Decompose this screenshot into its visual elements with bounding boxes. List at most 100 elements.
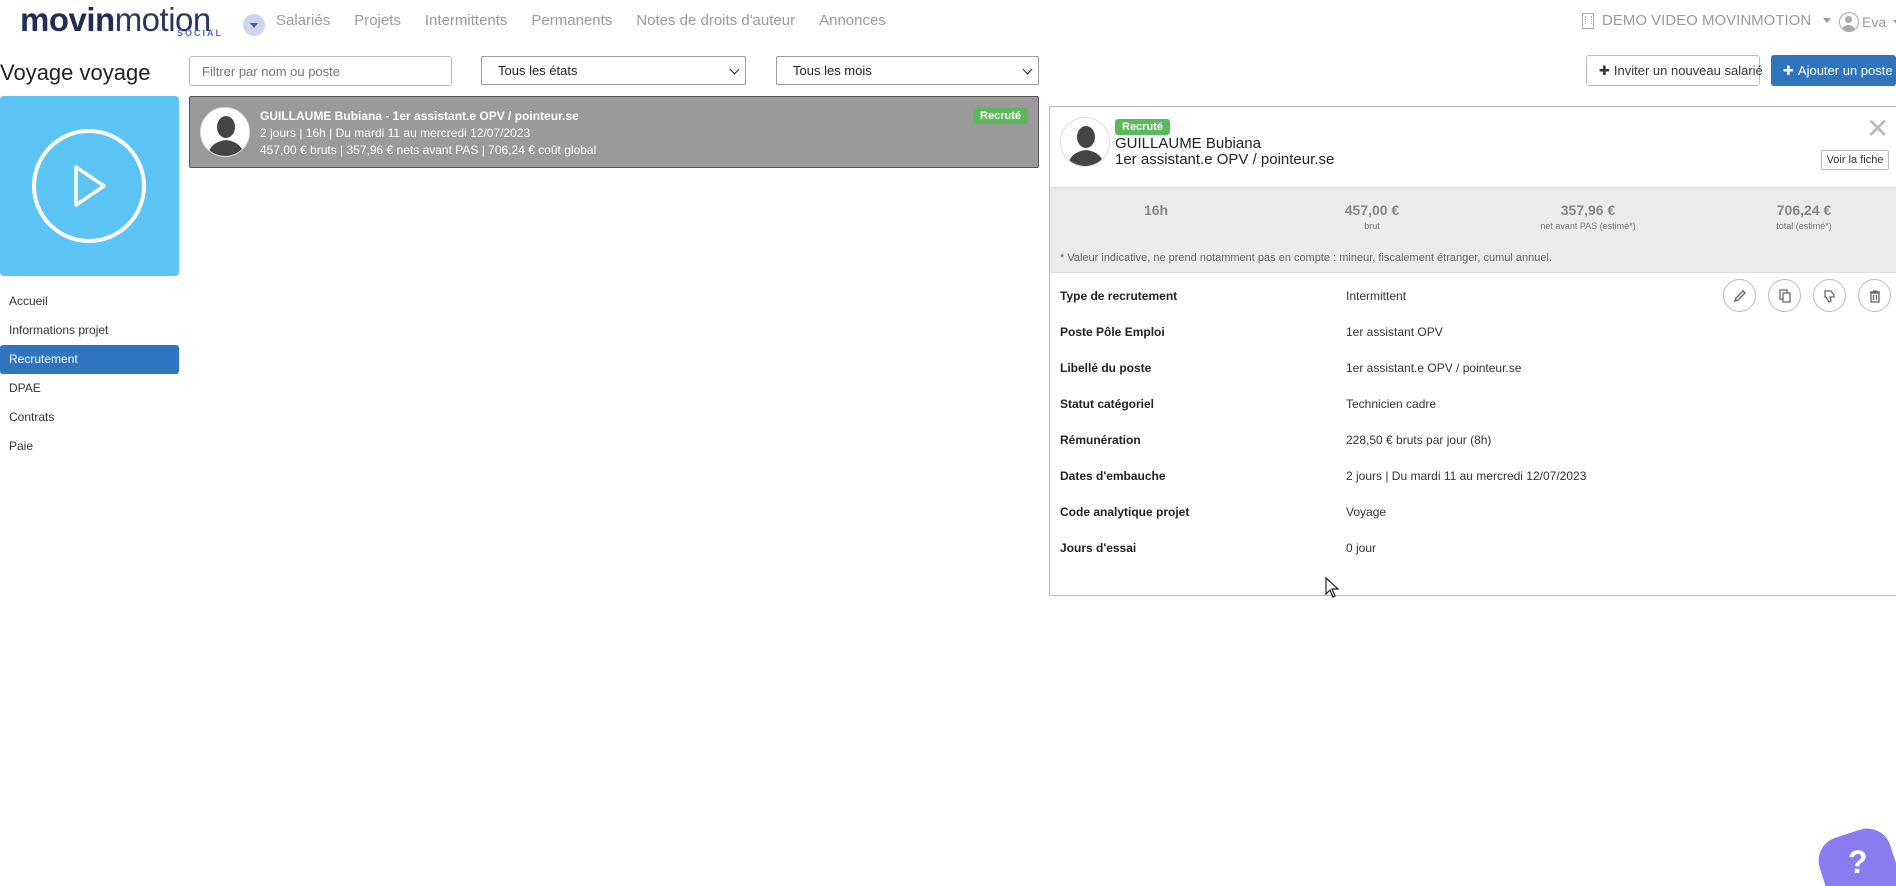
recruitment-card[interactable]: GUILLAUME Bubiana - 1er assistant.e OPV … [189, 96, 1039, 168]
nav-annonces[interactable]: Annonces [819, 12, 886, 29]
field-label: Jours d'essai [1060, 541, 1137, 555]
field-label: Type de recrutement [1060, 289, 1178, 303]
help-label: ? [1847, 844, 1868, 881]
month-select[interactable]: Tous les mois [776, 56, 1039, 85]
person-silhouette-icon [201, 108, 249, 156]
nav-intermittents[interactable]: Intermittents [425, 12, 508, 29]
caret-down-icon [1823, 18, 1832, 23]
user-name: Eva [1862, 14, 1887, 30]
duplicate-button[interactable] [1768, 279, 1801, 312]
logo-social: SOCIAL [176, 28, 223, 38]
nav-salaries[interactable]: Salariés [276, 12, 330, 29]
close-icon[interactable]: ✕ [1866, 115, 1889, 143]
nav-projets[interactable]: Projets [354, 12, 401, 29]
stat-brut: 457,00 € brut [1287, 202, 1457, 231]
employee-role: 1er assistant.e OPV / pointeur.se [1115, 151, 1335, 168]
trash-icon [1869, 289, 1880, 303]
stat-net-sub: net avant PAS (estimé*) [1540, 221, 1636, 231]
field-row: Statut catégoriel Technicien cadre [1050, 387, 1896, 423]
status-badge: Recruté [973, 108, 1028, 124]
field-value: Intermittent [1346, 289, 1407, 303]
copy-icon [1778, 288, 1791, 303]
field-label: Poste Pôle Emploi [1060, 325, 1165, 339]
field-row: Dates d'embauche 2 jours | Du mardi 11 a… [1050, 459, 1896, 495]
stat-total-sub: total (estimé*) [1776, 221, 1832, 231]
field-row: Poste Pôle Emploi 1er assistant OPV [1050, 315, 1896, 351]
stat-net: 357,96 € net avant PAS (estimé*) [1503, 202, 1673, 231]
delete-button[interactable] [1858, 279, 1891, 312]
play-icon [32, 129, 146, 243]
add-position-label: Ajouter un poste [1797, 63, 1893, 78]
sidebar-item-recrutement[interactable]: Recrutement [0, 345, 179, 374]
field-label: Dates d'embauche [1060, 469, 1166, 483]
user-avatar-icon [1839, 12, 1859, 32]
sidebar-item-informations-projet[interactable]: Informations projet [0, 316, 179, 345]
mouse-cursor-icon [1325, 577, 1340, 598]
user-menu[interactable]: Eva [1839, 12, 1896, 32]
field-label: Rémunération [1060, 433, 1141, 447]
avatar [1060, 117, 1110, 167]
add-position-button[interactable]: ✚ Ajouter un poste [1771, 55, 1896, 86]
card-title: GUILLAUME Bubiana - 1er assistant.e OPV … [260, 109, 579, 123]
stat-hours-value: 16h [1143, 202, 1169, 218]
invite-employee-label: Inviter un nouveau salarié [1613, 63, 1763, 78]
card-dates: 2 jours | 16h | Du mardi 11 au mercredi … [260, 126, 531, 140]
invite-employee-button[interactable]: ✚ Inviter un nouveau salarié [1586, 55, 1763, 86]
estimate-note: * Valeur indicative, ne prend notamment … [1060, 252, 1553, 264]
field-value: 0 jour [1346, 541, 1377, 555]
field-row: Code analytique projet Voyage [1050, 495, 1896, 531]
nav-notes-droits-auteur[interactable]: Notes de droits d'auteur [636, 12, 795, 29]
field-label: Libellé du poste [1060, 361, 1152, 375]
chevron-down-icon [729, 64, 740, 75]
stat-net-value: 357,96 € [1560, 202, 1616, 218]
plus-icon: ✚ [1599, 63, 1610, 78]
stat-hours: 16h [1071, 202, 1241, 221]
sidebar-item-contrats[interactable]: Contrats [0, 403, 179, 432]
sidebar-item-dpae[interactable]: DPAE [0, 374, 179, 403]
view-profile-button[interactable]: Voir la fiche [1821, 150, 1889, 170]
row-actions [1723, 279, 1891, 312]
sidebar-item-paie[interactable]: Paie [0, 432, 179, 461]
project-sidebar: Accueil Informations projet Recrutement … [0, 287, 179, 461]
building-icon [1582, 12, 1594, 29]
field-value: 1er assistant OPV [1346, 325, 1443, 339]
state-select[interactable]: Tous les états [481, 56, 746, 85]
help-button[interactable]: ? [1812, 822, 1896, 886]
thumbs-down-icon [1823, 289, 1835, 303]
person-silhouette-icon [1061, 118, 1109, 166]
field-row: Jours d'essai 0 jour [1050, 531, 1896, 567]
pencil-icon [1733, 289, 1746, 302]
field-value: 228,50 € bruts par jour (8h) [1346, 433, 1492, 447]
search-input[interactable] [189, 56, 452, 86]
stats-band: 16h 457,00 € brut 357,96 € net avant PAS… [1050, 187, 1896, 273]
plus-icon: ✚ [1783, 63, 1794, 78]
field-value: Technicien cadre [1346, 397, 1437, 411]
project-title: Voyage voyage [0, 60, 151, 85]
reject-button[interactable] [1813, 279, 1846, 312]
main-nav: Salariés Projets Intermittents Permanent… [276, 12, 886, 29]
sidebar-item-accueil[interactable]: Accueil [0, 287, 179, 316]
employee-name: GUILLAUME Bubiana [1115, 135, 1261, 152]
stat-total-value: 706,24 € [1776, 202, 1832, 218]
stat-total: 706,24 € total (estimé*) [1719, 202, 1889, 231]
company-name: DEMO VIDEO MOVINMOTION [1602, 12, 1812, 29]
field-value: Voyage [1346, 505, 1387, 519]
field-label: Code analytique projet [1060, 505, 1190, 519]
nav-permanents[interactable]: Permanents [531, 12, 612, 29]
card-amounts: 457,00 € bruts | 357,96 € nets avant PAS… [260, 143, 597, 157]
company-switcher[interactable]: DEMO VIDEO MOVINMOTION [1582, 12, 1832, 29]
nav-dropdown-icon[interactable] [243, 14, 265, 36]
field-row: Libellé du poste 1er assistant.e OPV / p… [1050, 351, 1896, 387]
field-value: 2 jours | Du mardi 11 au mercredi 12/07/… [1346, 469, 1587, 483]
logo-word-bold: movin [20, 1, 115, 38]
movinmotion-logo[interactable]: movinmotion SOCIAL [20, 0, 225, 40]
status-badge: Recruté [1115, 119, 1170, 135]
stat-brut-sub: brut [1364, 221, 1380, 231]
edit-button[interactable] [1723, 279, 1756, 312]
project-tile[interactable] [0, 96, 179, 276]
field-label: Statut catégoriel [1060, 397, 1155, 411]
chevron-down-icon [1022, 64, 1033, 75]
detail-fields: Type de recrutement Intermittent Poste P… [1050, 279, 1896, 567]
recruitment-detail-panel: Recruté GUILLAUME Bubiana 1er assistant.… [1049, 106, 1896, 596]
field-row: Rémunération 228,50 € bruts par jour (8h… [1050, 423, 1896, 459]
